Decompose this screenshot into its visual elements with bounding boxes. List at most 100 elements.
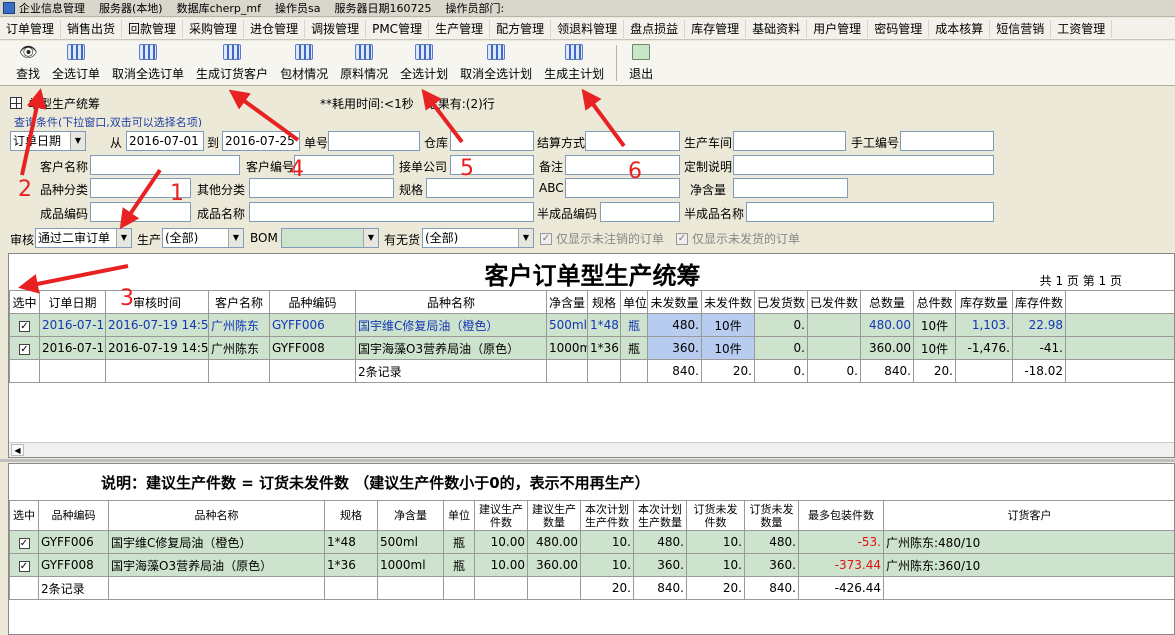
query-hint[interactable]: 查询条件(下拉窗口,双击可以选择名项) [14, 114, 202, 127]
exit-button[interactable]: 退出 [623, 44, 659, 85]
only-unshipped-checkbox[interactable]: ✓ 仅显示未发货的订单 [676, 230, 800, 247]
table-row[interactable]: ✓ GYFF006 国宇维C修复局油（橙色） 1*48 500ml 瓶 10.0… [9, 530, 1174, 554]
chevron-down-icon[interactable]: ▼ [70, 132, 85, 150]
cell-plan-qty[interactable]: 360. [633, 553, 687, 577]
col-total-pcs[interactable]: 总件数 [913, 290, 956, 314]
col2-customers[interactable]: 订货客户 [883, 500, 1174, 531]
col2-unit[interactable]: 单位 [443, 500, 475, 531]
deselect-all-orders-button[interactable]: 取消全选订单 [106, 44, 190, 85]
col2-plan-qty[interactable]: 本次计划生产数量 [633, 500, 687, 531]
chevron-down-icon[interactable]: ▼ [363, 229, 378, 247]
col-unsent-qty[interactable]: 未发数量 [647, 290, 702, 314]
menu-payroll-mgmt[interactable]: 工资管理 [1051, 19, 1113, 38]
date-type-select[interactable]: 订单日期 ▼ [10, 131, 86, 151]
col-total-qty[interactable]: 总数量 [860, 290, 914, 314]
custom-desc-input[interactable] [733, 155, 994, 175]
col2-name[interactable]: 品种名称 [108, 500, 325, 531]
col2-unsent-qty[interactable]: 订货未发数量 [744, 500, 799, 531]
abc-input[interactable] [565, 178, 680, 198]
bom-select[interactable]: ▼ [281, 228, 379, 248]
col-select[interactable]: 选中 [9, 290, 40, 314]
col2-spec[interactable]: 规格 [324, 500, 378, 531]
only-uncancelled-checkbox[interactable]: ✓ 仅显示未注销的订单 [540, 230, 664, 247]
audit-select[interactable]: 通过二审订单 ▼ [35, 228, 132, 248]
table-row[interactable]: ✓ GYFF008 国宇海藻O3营养局油（原色） 1*36 1000ml 瓶 1… [9, 553, 1174, 577]
spec-input[interactable] [426, 178, 534, 198]
settlement-input[interactable] [585, 131, 680, 151]
date-from-input[interactable]: 2016-07-01 [126, 131, 204, 151]
col-stock-qty[interactable]: 库存数量 [955, 290, 1013, 314]
other-category-input[interactable] [249, 178, 394, 198]
menu-payment-mgmt[interactable]: 回款管理 [122, 19, 184, 38]
row-checkbox[interactable]: ✓ [18, 561, 30, 572]
remark-input[interactable] [565, 155, 680, 175]
chevron-down-icon[interactable]: ▼ [518, 229, 533, 247]
gen-order-customers-button[interactable]: 生成订货客户 [190, 44, 274, 85]
menu-sales-shipping[interactable]: 销售出货 [61, 19, 123, 38]
col-customer[interactable]: 客户名称 [208, 290, 270, 314]
col-order-date[interactable]: 订单日期 [39, 290, 106, 314]
col-sent-pcs[interactable]: 已发件数 [807, 290, 861, 314]
stock-select[interactable]: (全部) ▼ [422, 228, 534, 248]
table-row[interactable]: ✓ 2016-07-19 2016-07-19 14:55 广州陈东 GYFF0… [9, 313, 1174, 337]
menu-cost-accounting[interactable]: 成本核算 [929, 19, 991, 38]
production-select[interactable]: (全部) ▼ [162, 228, 244, 248]
col-unsent-pcs[interactable]: 未发件数 [701, 290, 755, 314]
panel-splitter[interactable] [0, 459, 1175, 462]
col-code[interactable]: 品种编码 [269, 290, 356, 314]
col-audit-time[interactable]: 审核时间 [105, 290, 209, 314]
select-all-plans-button[interactable]: 全选计划 [394, 44, 454, 85]
col-spec[interactable]: 规格 [587, 290, 621, 314]
manual-no-input[interactable] [900, 131, 994, 151]
menu-stock-mgmt[interactable]: 库存管理 [685, 19, 747, 38]
product-name-input[interactable] [249, 202, 534, 222]
col-name[interactable]: 品种名称 [355, 290, 547, 314]
menu-production-mgmt[interactable]: 生产管理 [429, 19, 491, 38]
menu-pmc-mgmt[interactable]: PMC管理 [366, 19, 430, 38]
receiving-company-input[interactable] [450, 155, 534, 175]
menu-sms-marketing[interactable]: 短信营销 [990, 19, 1052, 38]
cell-plan-pcs[interactable]: 10. [580, 553, 634, 577]
col2-net[interactable]: 净含量 [377, 500, 444, 531]
col-net[interactable]: 净含量 [546, 290, 588, 314]
col2-sug-pcs[interactable]: 建议生产件数 [474, 500, 528, 531]
order-no-input[interactable] [328, 131, 420, 151]
date-to-input[interactable]: 2016-07-25 [222, 131, 300, 151]
chevron-down-icon[interactable]: ▼ [116, 229, 131, 247]
semi-name-input[interactable] [746, 202, 994, 222]
col2-code[interactable]: 品种编码 [38, 500, 109, 531]
row-checkbox[interactable]: ✓ [19, 344, 30, 355]
product-code-input[interactable] [90, 202, 191, 222]
row-checkbox[interactable]: ✓ [19, 321, 30, 332]
menu-purchase-mgmt[interactable]: 采购管理 [183, 19, 245, 38]
warehouse-input[interactable] [450, 131, 534, 151]
customer-code-input[interactable] [294, 155, 394, 175]
col-unit[interactable]: 单位 [620, 290, 648, 314]
deselect-all-plans-button[interactable]: 取消全选计划 [454, 44, 538, 85]
menu-inbound-mgmt[interactable]: 进仓管理 [244, 19, 306, 38]
cell-plan-pcs[interactable]: 10. [580, 530, 634, 554]
net-content-input[interactable] [733, 178, 848, 198]
menu-password-mgmt[interactable]: 密码管理 [868, 19, 930, 38]
workshop-input[interactable] [733, 131, 846, 151]
menu-material-mgmt[interactable]: 领退料管理 [551, 19, 625, 38]
category-input[interactable] [90, 178, 191, 198]
cell-plan-qty[interactable]: 480. [633, 530, 687, 554]
menu-transfer-mgmt[interactable]: 调拨管理 [305, 19, 367, 38]
select-all-orders-button[interactable]: 全选订单 [46, 44, 106, 85]
menu-order-mgmt[interactable]: 订单管理 [0, 19, 62, 38]
materials-button[interactable]: 原料情况 [334, 44, 394, 85]
menu-inventory-count[interactable]: 盘点损益 [624, 19, 686, 38]
table-row[interactable]: ✓ 2016-07-19 2016-07-19 14:55 广州陈东 GYFF0… [9, 336, 1174, 360]
col2-plan-pcs[interactable]: 本次计划生产件数 [580, 500, 634, 531]
col2-select[interactable]: 选中 [9, 500, 39, 531]
scroll-left-icon[interactable]: ◀ [11, 444, 24, 456]
gen-master-plan-button[interactable]: 生成主计划 [538, 44, 610, 85]
row-checkbox[interactable]: ✓ [18, 538, 30, 549]
semi-code-input[interactable] [600, 202, 680, 222]
find-button[interactable]: 👁 查找 [10, 44, 46, 85]
col2-unsent-pcs[interactable]: 订货未发件数 [686, 500, 745, 531]
col-discount[interactable]: 折 [1065, 290, 1174, 314]
customer-name-input[interactable] [90, 155, 240, 175]
menu-formula-mgmt[interactable]: 配方管理 [490, 19, 552, 38]
